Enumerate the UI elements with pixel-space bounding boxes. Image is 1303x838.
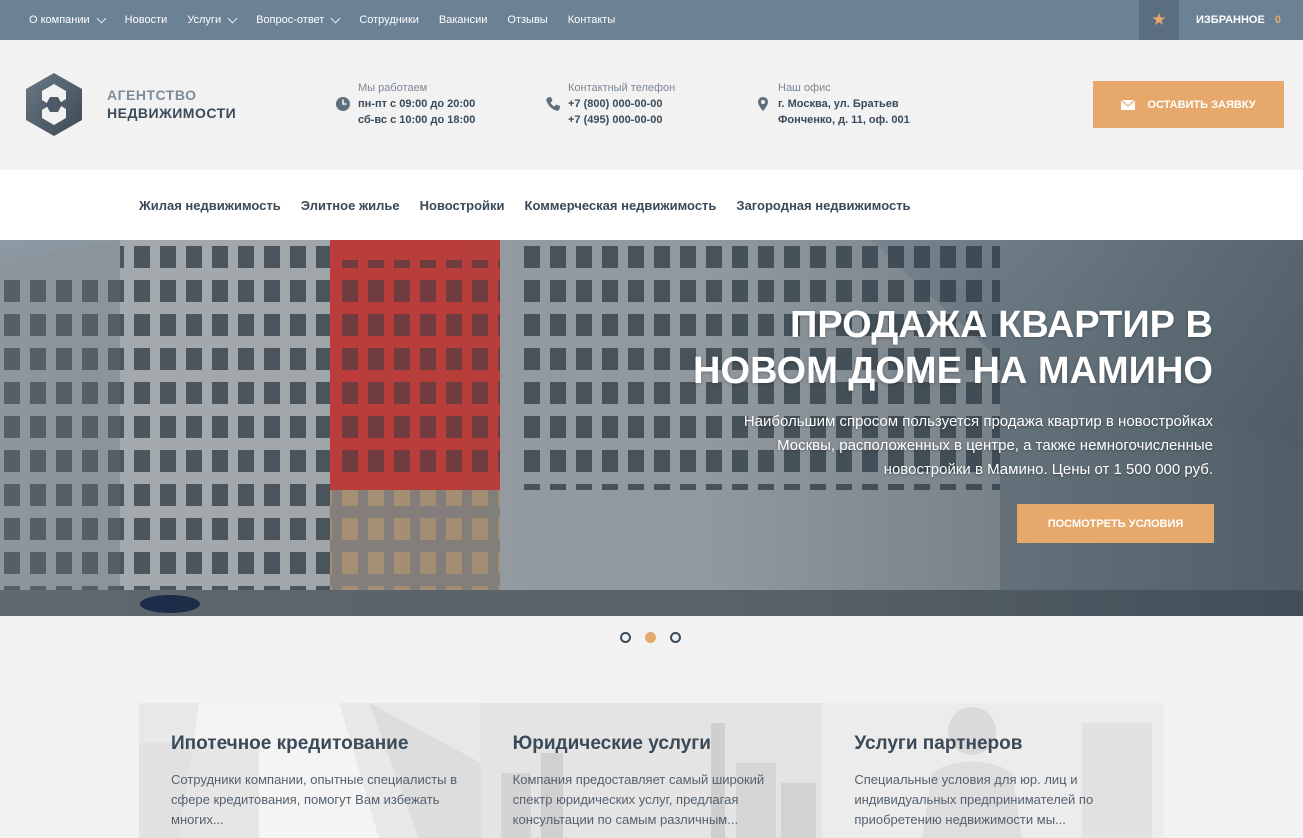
card-description: Компания предоставляет самый широкий спе…: [512, 772, 765, 827]
office-label: Наш офис: [778, 82, 831, 94]
office-address: Наш офис г. Москва, ул. Братьев Фонченко…: [778, 81, 910, 128]
phone-label: Контактный телефон: [568, 82, 676, 94]
top-nav-label: Услуги: [187, 14, 222, 26]
card-description: Специальные условия для юр. лиц и индиви…: [854, 772, 1094, 827]
agency-logo[interactable]: [20, 73, 88, 136]
slider-dot-1[interactable]: [620, 632, 631, 643]
office-address-line2: Фонченко, д. 11, оф. 001: [778, 114, 910, 126]
top-nav-item-staff[interactable]: Сотрудники: [359, 14, 419, 26]
hero-title: ПРОДАЖА КВАРТИР В НОВОМ ДОМЕ НА МАМИНО: [593, 302, 1213, 394]
main-nav-residential[interactable]: Жилая недвижимость: [139, 198, 281, 213]
envelope-icon: [1121, 99, 1136, 110]
main-nav: Жилая недвижимость Элитное жилье Новостр…: [0, 170, 1303, 240]
top-nav-item-vacancies[interactable]: Вакансии: [439, 14, 488, 26]
view-conditions-label: ПОСМОТРЕТЬ УСЛОВИЯ: [1047, 517, 1184, 530]
top-nav-label: Контакты: [567, 14, 616, 26]
view-conditions-button[interactable]: ПОСМОТРЕТЬ УСЛОВИЯ: [1017, 504, 1214, 543]
phone-number-1[interactable]: +7 (800) 000-00-00: [568, 96, 675, 112]
main-nav-commercial[interactable]: Коммерческая недвижимость: [525, 198, 717, 213]
main-nav-country[interactable]: Загородная недвижимость: [736, 198, 910, 213]
hours-weekend: сб-вс с 10:00 до 18:00: [358, 114, 476, 126]
card-description: Сотрудники компании, опытные специалисты…: [171, 772, 458, 827]
top-nav-item-about[interactable]: О компании: [29, 13, 107, 26]
favorites-link[interactable]: ИЗБРАННОЕ 0: [1196, 0, 1281, 40]
star-icon[interactable]: ★: [1139, 0, 1179, 40]
card-title: Услуги партнеров: [854, 733, 1023, 754]
hero-title-line2: НОВОМ ДОМЕ НА МАМИНО: [693, 350, 1213, 392]
logo-line2: НЕДВИЖИМОСТИ: [107, 105, 237, 121]
hero-title-line1: ПРОДАЖА КВАРТИР В: [790, 304, 1213, 346]
slider-dot-3[interactable]: [670, 632, 681, 643]
top-nav-item-reviews[interactable]: Отзывы: [507, 14, 547, 26]
top-nav-label: Вакансии: [438, 14, 488, 26]
hours-label: Мы работаем: [358, 82, 428, 94]
service-cards: Ипотечное кредитование Сотрудники компан…: [139, 703, 1165, 838]
favorites-label: ИЗБРАННОЕ: [1196, 14, 1265, 26]
chevron-down-icon: [227, 13, 238, 23]
top-nav-label: Сотрудники: [359, 14, 419, 26]
leave-request-label: ОСТАВИТЬ ЗАЯВКУ: [1147, 98, 1256, 111]
card-title: Юридические услуги: [512, 733, 711, 754]
main-nav-new-buildings[interactable]: Новостройки: [420, 198, 505, 213]
card-partners[interactable]: Услуги партнеров Специальные условия для…: [822, 703, 1165, 838]
hero-slider: ПРОДАЖА КВАРТИР В НОВОМ ДОМЕ НА МАМИНО Н…: [0, 240, 1303, 616]
phone-icon: [546, 97, 560, 111]
logo-line1: АГЕНТСТВО: [107, 87, 197, 103]
top-nav-label: О компании: [29, 14, 90, 26]
slider-dots: [620, 632, 695, 643]
hero-subtitle: Наибольшим спросом пользуется продажа кв…: [743, 413, 1213, 478]
top-nav-label: Отзывы: [507, 14, 548, 26]
main-nav-elite[interactable]: Элитное жилье: [301, 198, 400, 213]
chevron-down-icon: [96, 13, 107, 23]
top-nav-label: Новости: [124, 14, 168, 26]
top-nav-item-services[interactable]: Услуги: [187, 13, 238, 26]
chevron-down-icon: [330, 13, 341, 23]
hours-weekdays: пн-пт с 09:00 до 20:00: [358, 98, 476, 110]
card-legal[interactable]: Юридические услуги Компания предоставляе…: [480, 703, 823, 838]
card-mortgage[interactable]: Ипотечное кредитование Сотрудники компан…: [139, 703, 481, 838]
leave-request-button[interactable]: ОСТАВИТЬ ЗАЯВКУ: [1093, 81, 1284, 128]
map-pin-icon: [758, 97, 768, 111]
office-address-line1: г. Москва, ул. Братьев: [778, 98, 899, 110]
top-bar: О компании Новости Услуги Вопрос-ответ С…: [0, 0, 1303, 40]
slider-dot-2-active[interactable]: [645, 632, 656, 643]
top-nav-item-news[interactable]: Новости: [125, 14, 168, 26]
phone-number-2[interactable]: +7 (495) 000-00-00: [568, 112, 675, 128]
header: АГЕНТСТВО НЕДВИЖИМОСТИ Мы работаем пн-пт…: [0, 40, 1303, 170]
top-nav-item-faq[interactable]: Вопрос-ответ: [256, 13, 341, 26]
working-hours: Мы работаем пн-пт с 09:00 до 20:00 сб-вс…: [358, 81, 475, 128]
top-nav-item-contacts[interactable]: Контакты: [568, 14, 616, 26]
top-nav-label: Вопрос-ответ: [256, 14, 325, 26]
clock-icon: [336, 97, 350, 111]
logo-text[interactable]: АГЕНТСТВО НЕДВИЖИМОСТИ: [107, 86, 236, 122]
favorites-count: 0: [1274, 14, 1281, 26]
top-nav: О компании Новости Услуги Вопрос-ответ С…: [29, 0, 635, 40]
card-title: Ипотечное кредитование: [171, 733, 409, 754]
contact-phone: Контактный телефон +7 (800) 000-00-00 +7…: [568, 81, 675, 128]
